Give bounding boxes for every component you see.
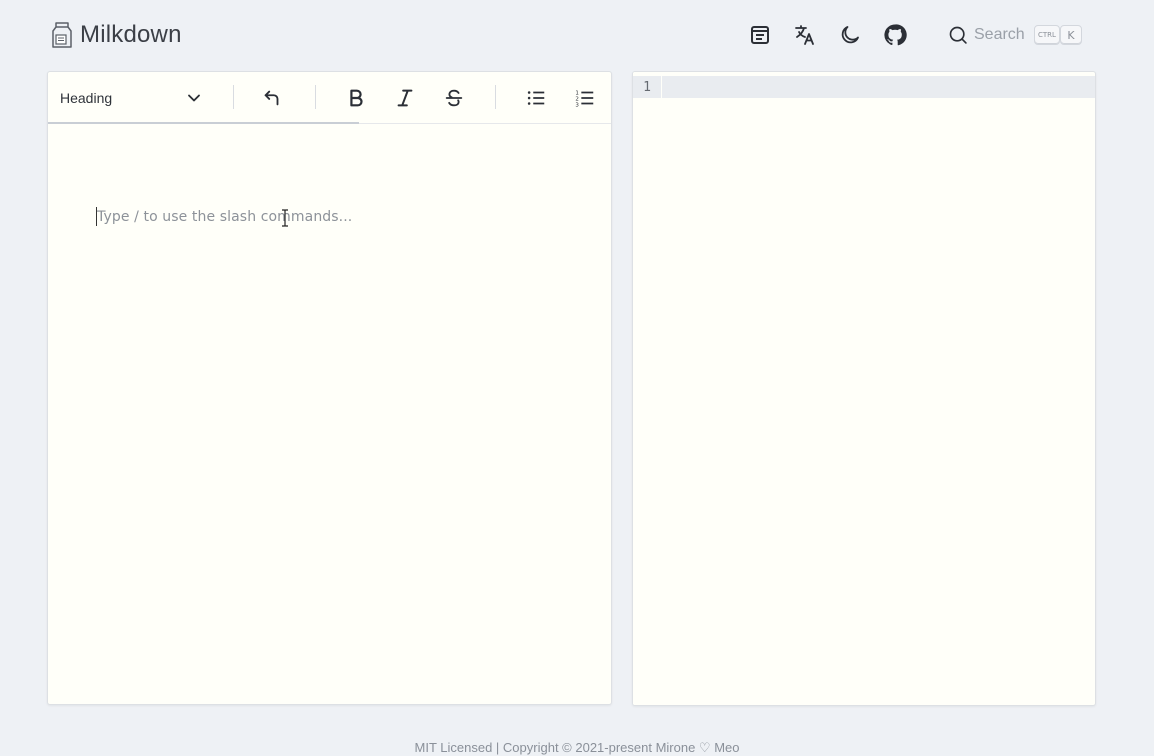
line-number: 1: [633, 76, 661, 98]
shortcut-k-key: K: [1060, 25, 1082, 45]
translate-icon[interactable]: [791, 21, 819, 49]
svg-text:3: 3: [575, 102, 579, 108]
footer: MIT Licensed | Copyright © 2021-present …: [0, 740, 1154, 756]
heading-select[interactable]: Heading: [48, 72, 224, 124]
footer-text[interactable]: MIT Licensed | Copyright © 2021-present …: [415, 740, 740, 755]
italic-button[interactable]: [391, 84, 419, 112]
app-title: Milkdown: [80, 21, 182, 48]
search-button[interactable]: Search CTRL K: [940, 19, 1094, 51]
brand[interactable]: Milkdown: [50, 20, 182, 50]
strikethrough-icon: [445, 89, 463, 107]
editor-content[interactable]: Type / to use the slash commands...: [48, 125, 611, 705]
chevron-down-icon: [188, 94, 200, 102]
search-icon: [949, 26, 967, 44]
italic-icon: [397, 89, 413, 107]
numbered-list-icon: 123: [575, 90, 594, 108]
editor-panel: Heading 123 Type / to use the slash comm…: [47, 71, 612, 705]
toolbar-divider: [315, 85, 316, 109]
line-gutter: [633, 72, 661, 705]
i-beam-cursor-icon: [282, 209, 288, 227]
markdown-source-panel[interactable]: 1: [632, 71, 1096, 706]
toc-icon[interactable]: [746, 21, 774, 49]
undo-icon: [264, 90, 279, 106]
bulleted-list-icon: [527, 91, 545, 105]
toolbar-underline: [48, 122, 359, 124]
heading-select-value: Heading: [60, 90, 113, 106]
active-code-line[interactable]: [662, 76, 1095, 98]
undo-button[interactable]: [258, 84, 286, 112]
strikethrough-button[interactable]: [440, 84, 468, 112]
toolbar-divider: [233, 85, 234, 109]
toolbar-divider: [495, 85, 496, 109]
github-icon[interactable]: [881, 21, 909, 49]
bold-button[interactable]: [342, 84, 370, 112]
header: Milkdown Search CTRL K: [0, 0, 1154, 70]
milk-carton-icon: [52, 22, 72, 48]
dark-mode-icon[interactable]: [836, 21, 864, 49]
editor-placeholder: Type / to use the slash commands...: [97, 209, 353, 225]
bulleted-list-button[interactable]: [522, 84, 550, 112]
numbered-list-button[interactable]: 123: [571, 84, 599, 112]
shortcut-ctrl-key: CTRL: [1034, 25, 1060, 45]
editor-toolbar: Heading 123: [48, 72, 611, 124]
bold-icon: [350, 89, 363, 107]
search-label: Search: [974, 26, 1025, 43]
